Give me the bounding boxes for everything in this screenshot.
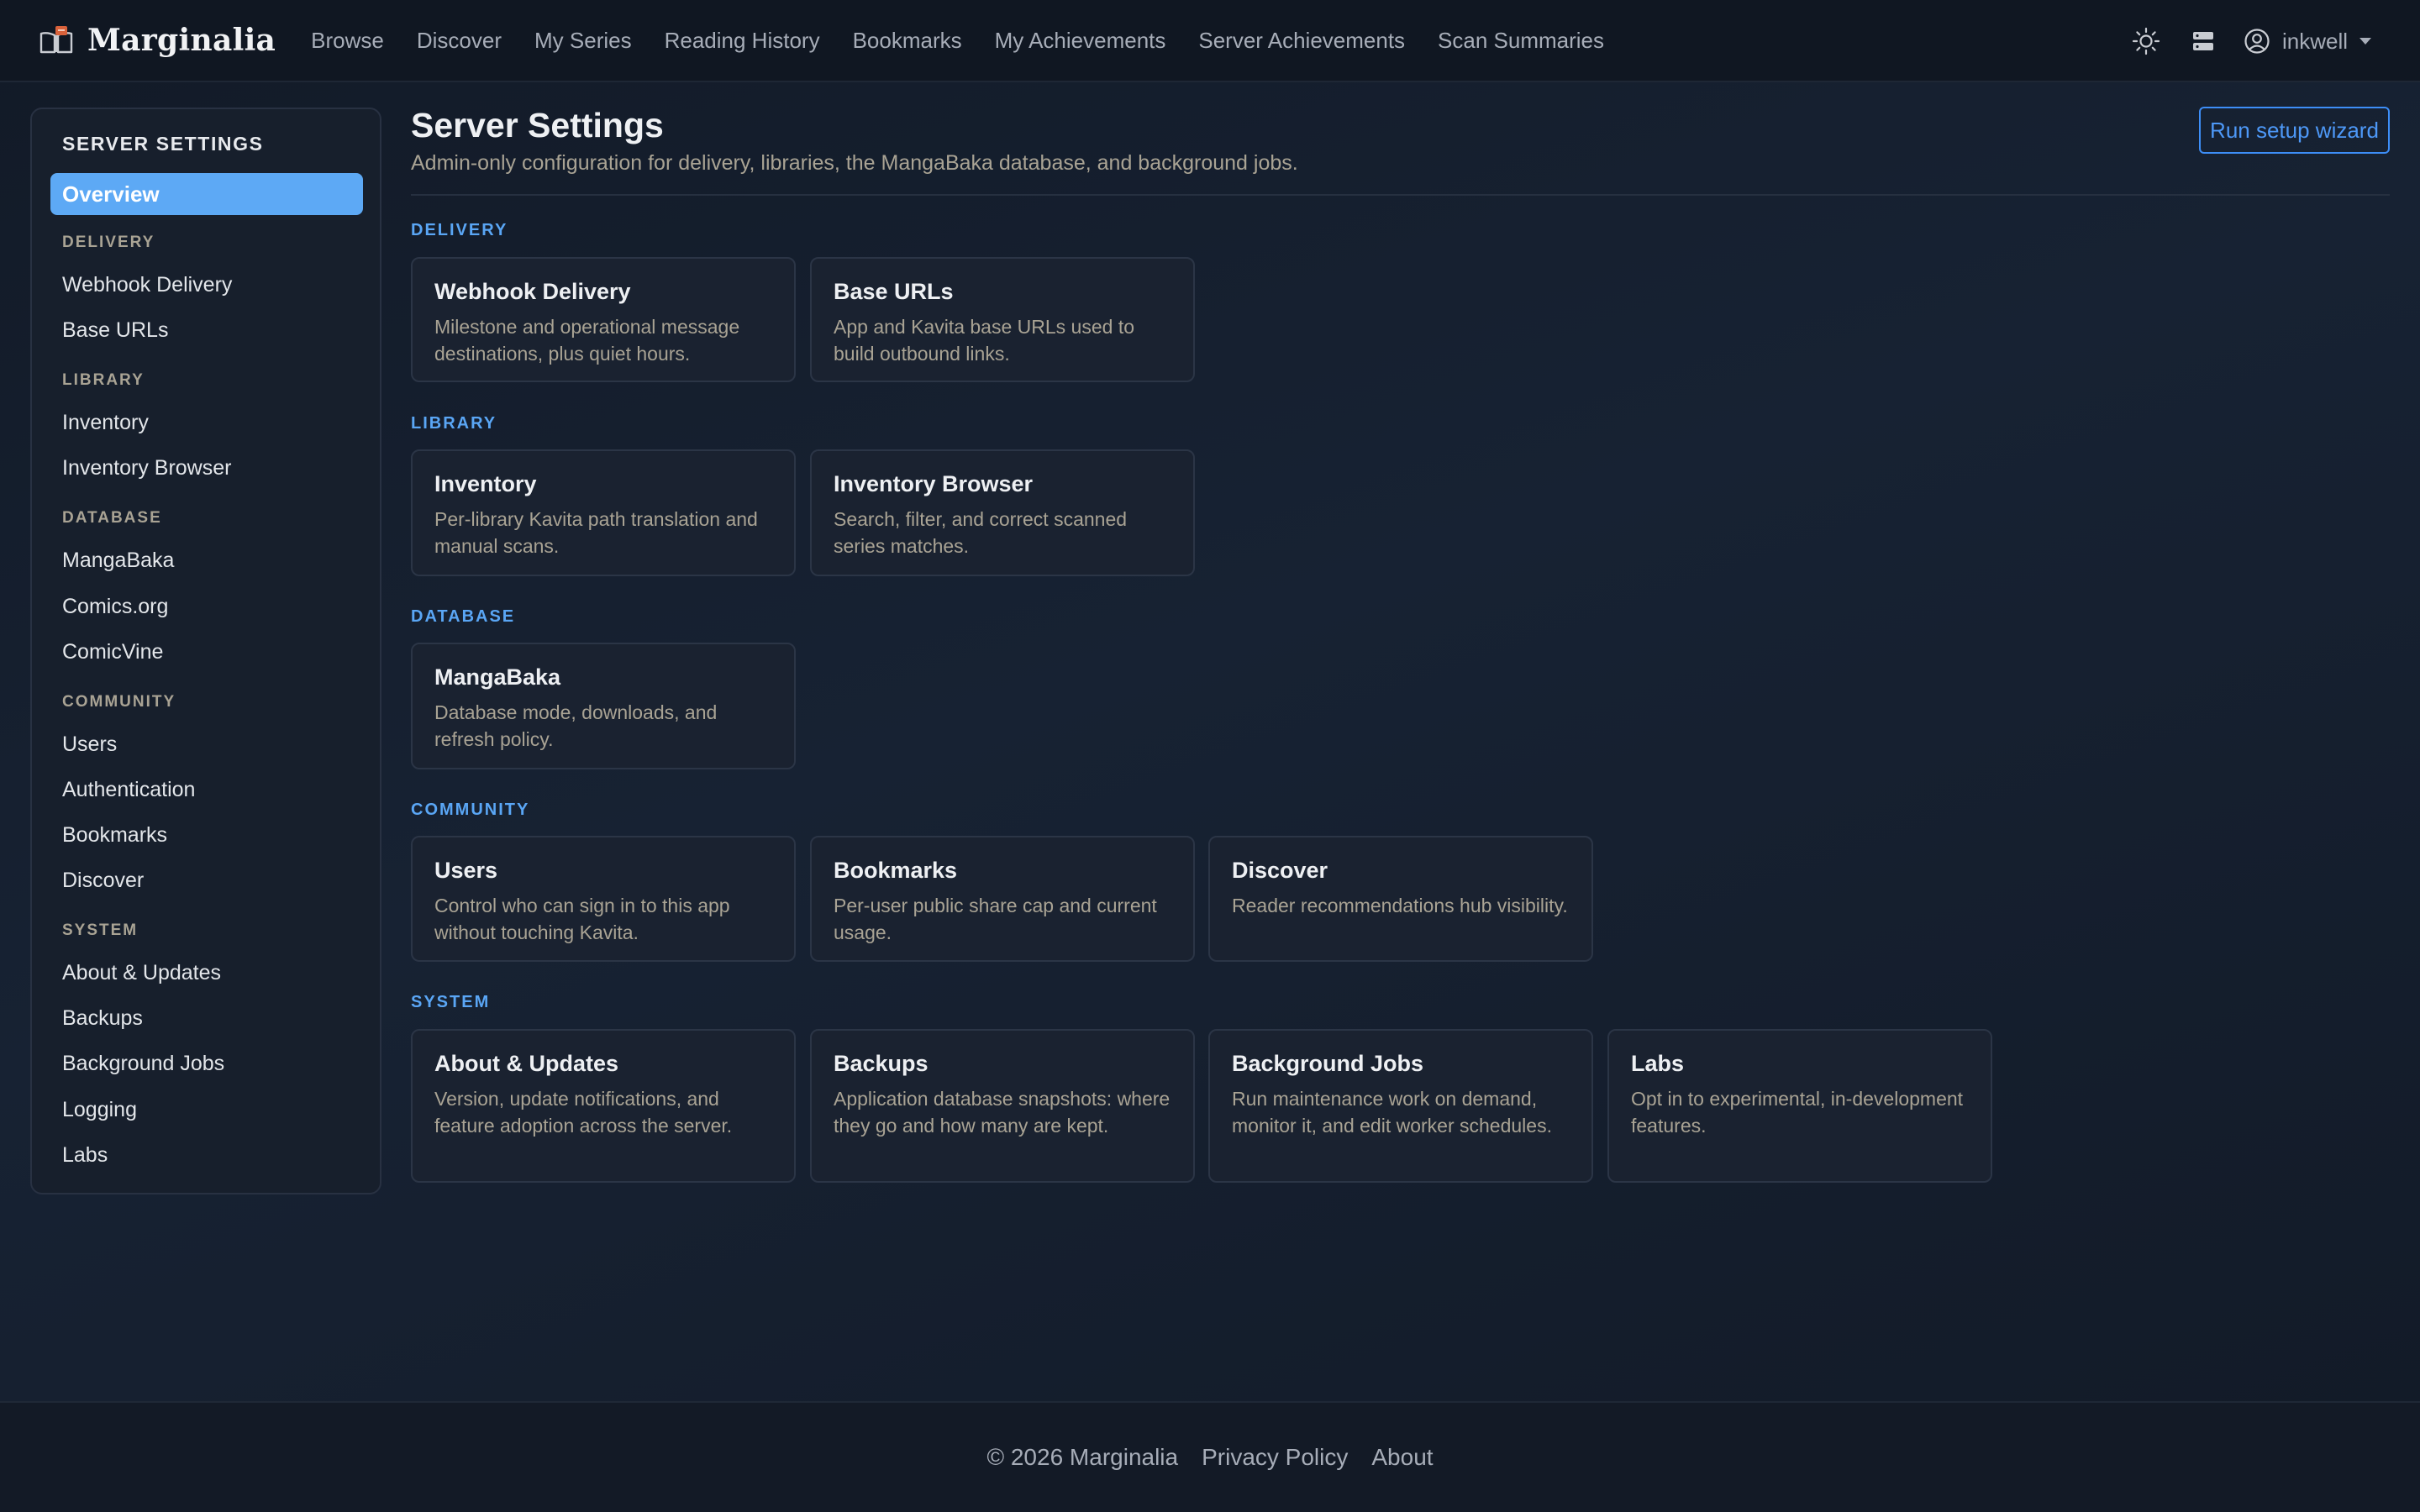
sidebar-item-mangabaka[interactable]: MangaBaka [62,549,174,573]
section-label-delivery: DELIVERY [411,221,508,239]
card-title: Inventory Browser [834,471,1034,496]
card-title: Inventory [434,471,537,496]
card-description: Control who can sign in to this app with… [434,895,730,943]
sun-icon [2132,27,2160,55]
card-title: Background Jobs [1232,1051,1424,1076]
settings-sidebar: SERVER SETTINGS Overview DELIVERY Webhoo… [30,108,381,1194]
sidebar-item-background-jobs[interactable]: Background Jobs [62,1052,224,1076]
settings-card-background-jobs[interactable]: Background Jobs Run maintenance work on … [1208,1029,1593,1183]
card-description: Version, update notifications, and featu… [434,1088,733,1137]
nav-link-reading-history[interactable]: Reading History [665,28,820,54]
footer-copyright: © 2026 Marginalia [986,1444,1179,1470]
sidebar-item-labs[interactable]: Labs [62,1143,108,1168]
sidebar-item-comics-org[interactable]: Comics.org [62,595,168,619]
sidebar-item-webhook-delivery[interactable]: Webhook Delivery [62,273,232,297]
nav-link-my-achievements[interactable]: My Achievements [995,28,1166,54]
settings-card-webhook-delivery[interactable]: Webhook Delivery Milestone and operation… [411,257,796,382]
settings-card-inventory[interactable]: Inventory Per-library Kavita path transl… [411,449,796,576]
sidebar-item-discover[interactable]: Discover [62,869,144,893]
card-description: Application database snapshots: where th… [834,1088,1171,1137]
nav-link-browse[interactable]: Browse [311,28,384,54]
header-divider [411,194,2390,196]
sidebar-group-library: LIBRARY [62,371,145,389]
section-label-system: SYSTEM [411,993,491,1011]
run-setup-wizard-button[interactable]: Run setup wizard [2199,107,2390,154]
card-description: Run maintenance work on demand, monitor … [1232,1088,1552,1137]
username: inkwell [2281,28,2348,54]
card-description: Database mode, downloads, and refresh po… [434,701,718,750]
card-title: Backups [834,1051,929,1076]
nav-link-discover[interactable]: Discover [417,28,502,54]
section-label-library: LIBRARY [411,414,497,433]
card-title: Users [434,858,498,883]
sidebar-group-database: DATABASE [62,509,162,527]
sidebar-item-backups[interactable]: Backups [62,1006,143,1031]
card-description: Reader recommendations hub visibility. [1232,895,1568,916]
chevron-down-icon [2360,38,2371,45]
brand[interactable]: Marginalia [39,23,276,58]
card-title: Bookmarks [834,858,958,883]
settings-card-mangabaka[interactable]: MangaBaka Database mode, downloads, and … [411,643,796,769]
sidebar-item-inventory-browser[interactable]: Inventory Browser [62,456,231,480]
settings-card-labs[interactable]: Labs Opt in to experimental, in-developm… [1607,1029,1992,1183]
sidebar-item-overview[interactable]: Overview [50,173,363,215]
brand-name: Marginalia [87,23,276,58]
settings-card-users[interactable]: Users Control who can sign in to this ap… [411,836,796,962]
sidebar-item-logging[interactable]: Logging [62,1098,137,1122]
sidebar-item-about-updates[interactable]: About & Updates [62,961,221,985]
sidebar-item-users[interactable]: Users [62,732,117,757]
sidebar-item-base-urls[interactable]: Base URLs [62,318,168,343]
sidebar-group-delivery: DELIVERY [62,234,155,251]
settings-card-discover[interactable]: Discover Reader recommendations hub visi… [1208,836,1593,962]
nav-link-server-achievements[interactable]: Server Achievements [1198,28,1405,54]
section-label-database: DATABASE [411,607,516,626]
settings-card-bookmarks[interactable]: Bookmarks Per-user public share cap and … [810,836,1195,962]
sidebar-item-bookmarks[interactable]: Bookmarks [62,823,167,848]
card-description: Search, filter, and correct scanned seri… [834,508,1128,557]
card-title: About & Updates [434,1051,618,1076]
sidebar-item-comicvine[interactable]: ComicVine [62,640,163,664]
top-navbar: Marginalia Browse Discover My Series Rea… [0,0,2420,82]
main-nav: Browse Discover My Series Reading Histor… [311,28,1637,54]
footer-link-privacy-policy[interactable]: Privacy Policy [1202,1444,1348,1471]
card-description: Milestone and operational message destin… [434,316,740,365]
page-subtitle: Admin-only configuration for delivery, l… [411,151,1298,175]
card-description: Per-user public share cap and current us… [834,895,1157,943]
user-circle-icon [2244,29,2270,54]
nav-link-my-series[interactable]: My Series [534,28,632,54]
theme-toggle-button[interactable] [2129,24,2163,58]
sidebar-group-community: COMMUNITY [62,693,176,711]
sidebar-title: SERVER SETTINGS [62,133,264,155]
nav-right: inkwell [2129,0,2371,82]
server-icon [2192,32,2213,50]
card-title: MangaBaka [434,664,561,690]
user-menu-toggle[interactable]: inkwell [2244,28,2371,55]
settings-card-about-updates[interactable]: About & Updates Version, update notifica… [411,1029,796,1183]
sidebar-item-inventory[interactable]: Inventory [62,411,149,435]
nav-link-scan-summaries[interactable]: Scan Summaries [1438,28,1604,54]
card-title: Labs [1631,1051,1685,1076]
card-title: Base URLs [834,279,954,304]
settings-card-base-urls[interactable]: Base URLs App and Kavita base URLs used … [810,257,1195,382]
server-status-button[interactable] [2186,24,2220,58]
page-title: Server Settings [411,106,664,144]
settings-card-inventory-browser[interactable]: Inventory Browser Search, filter, and co… [810,449,1195,576]
card-description: Per-library Kavita path translation and … [434,508,758,557]
settings-card-backups[interactable]: Backups Application database snapshots: … [810,1029,1195,1183]
sidebar-item-authentication[interactable]: Authentication [62,778,195,802]
footer-link-about[interactable]: About [1371,1444,1433,1471]
sidebar-group-system: SYSTEM [62,921,139,939]
card-title: Webhook Delivery [434,279,631,304]
card-description: App and Kavita base URLs used to build o… [834,316,1135,365]
card-description: Opt in to experimental, in-development f… [1631,1088,1964,1137]
section-label-community: COMMUNITY [411,801,530,819]
page-footer: © 2026 Marginalia Privacy Policy About [0,1401,2420,1512]
nav-link-bookmarks[interactable]: Bookmarks [853,28,962,54]
card-title: Discover [1232,858,1328,883]
open-book-icon [39,26,73,54]
